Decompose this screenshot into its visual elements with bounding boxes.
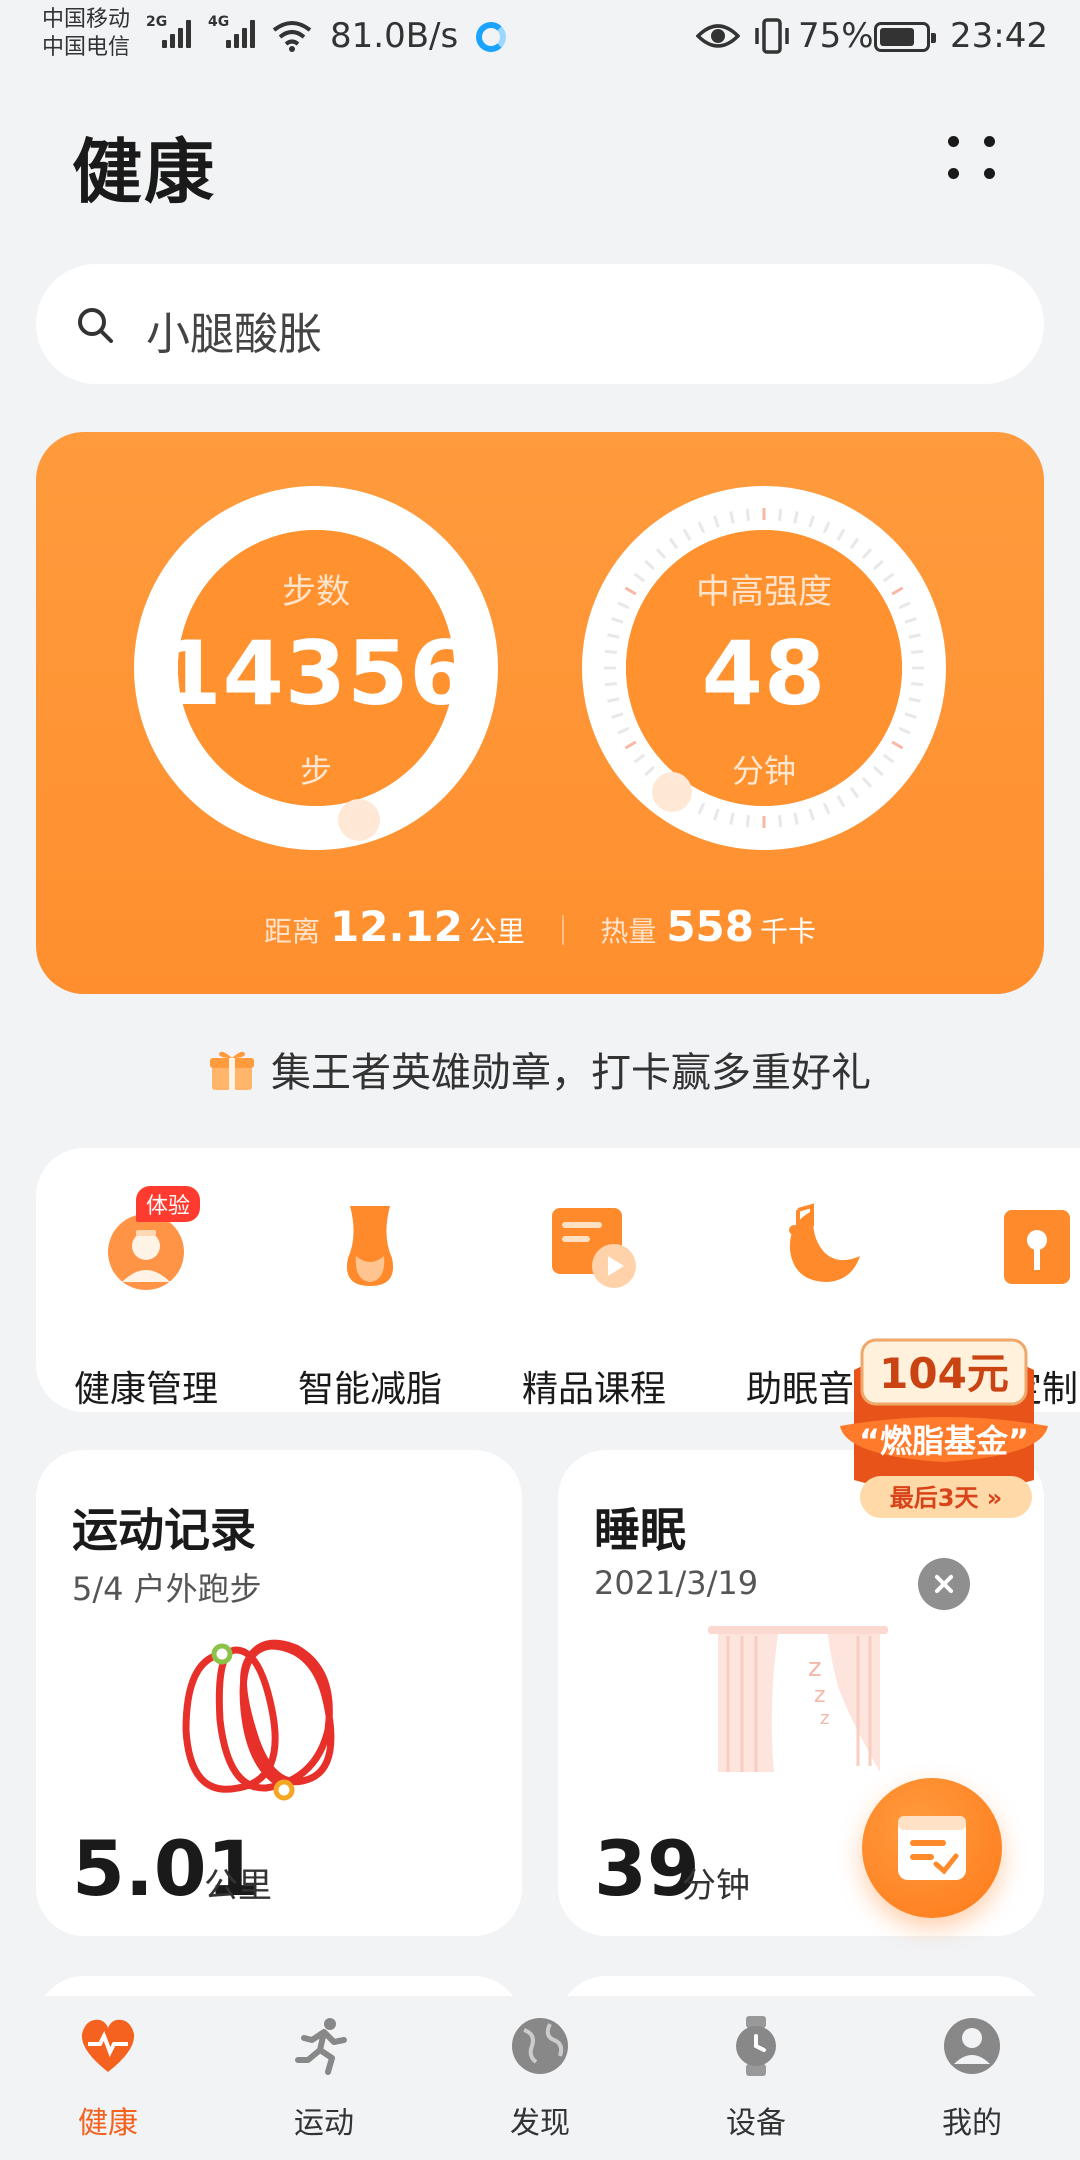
health-record-fab[interactable]	[862, 1778, 1002, 1918]
nav-tab-discover[interactable]: 发现	[470, 2016, 610, 2146]
nav-tab-exercise[interactable]: 运动	[254, 2016, 394, 2146]
globe-icon	[512, 2018, 568, 2074]
svg-text:z: z	[808, 1653, 822, 1683]
profile-icon	[944, 2018, 1000, 2074]
ring-tick	[745, 508, 751, 521]
promo-text: 集王者英雄勋章，打卡赢多重好礼	[271, 1050, 871, 1096]
svg-text:z: z	[814, 1683, 826, 1708]
checklist-icon	[898, 1816, 966, 1880]
search-bar[interactable]: 小腿酸胀	[36, 264, 1044, 384]
carrier-2: 中国电信	[42, 35, 131, 60]
custom-icon	[1004, 1210, 1070, 1284]
intensity-ring[interactable]: 中高强度 48 分钟	[580, 484, 948, 852]
ring-tick	[777, 815, 783, 828]
steps-unit: 步	[299, 752, 332, 790]
page-title: 健康	[72, 131, 216, 213]
exercise-distance-unit: 公里	[204, 1866, 272, 1906]
steps-label: 步数	[282, 572, 350, 612]
nav-label: 运动	[294, 2106, 354, 2141]
intensity-unit: 分钟	[731, 752, 796, 790]
runner-icon	[295, 2018, 347, 2075]
fund-badge-graphic: 104元 “燃脂基金” 最后3天 »	[840, 1338, 1048, 1518]
close-promo-button[interactable]	[918, 1558, 970, 1610]
nav-label: 发现	[510, 2106, 570, 2141]
clock: 23:42	[950, 16, 1048, 56]
steps-ring[interactable]: 步数 14356 步	[132, 484, 500, 852]
ring-tick	[777, 508, 783, 521]
distance-value: 12.12	[330, 902, 463, 951]
nav-label: 设备	[726, 2106, 786, 2141]
fat-burning-fund-promo[interactable]: 104元 “燃脂基金” 最后3天 »	[836, 1330, 1052, 1530]
carrier-1: 中国移动	[42, 7, 131, 32]
calories-unit: 千卡	[760, 915, 817, 948]
quick-item-smart-fat-loss[interactable]: 智能减脂	[260, 1196, 480, 1410]
calories-value: 558	[666, 902, 754, 951]
search-icon	[78, 308, 113, 343]
app-notification-icon	[476, 22, 506, 52]
fund-name: “燃脂基金”	[859, 1422, 1029, 1460]
signal-icon	[226, 14, 255, 48]
quick-item-label: 精品课程	[521, 1369, 666, 1410]
nav-label: 我的	[942, 2106, 1002, 2141]
trial-badge: 体验	[136, 1186, 201, 1222]
ring-tick	[745, 815, 751, 828]
curtain-illustration: z z z	[708, 1626, 888, 1772]
nav-tab-health[interactable]: 健康	[38, 2016, 178, 2146]
nav-label: 健康	[78, 2106, 138, 2141]
search-placeholder: 小腿酸胀	[146, 309, 322, 360]
quick-item-courses[interactable]: 精品课程	[484, 1196, 704, 1410]
activity-stats-row: 距离 12.12 公里 热量 558 千卡	[36, 902, 1044, 951]
steps-value: 14356	[160, 622, 472, 725]
bottom-navigation: 健康 运动 发现 设备 我的	[0, 1996, 1080, 2160]
network-speed: 81.0B/s	[330, 16, 459, 56]
moon-music-icon	[789, 1203, 860, 1282]
intensity-label: 中高强度	[696, 572, 832, 612]
battery-percent: 75%	[798, 16, 874, 56]
watch-icon	[736, 2016, 776, 2076]
gift-icon	[210, 1051, 254, 1090]
exercise-record-subtitle: 5/4 户外跑步	[72, 1570, 262, 1608]
status-bar: 中国移动 中国电信 2G 4G 81.0B/s 75% 23:42	[0, 0, 1080, 72]
fund-cta: 最后3天 »	[890, 1484, 1003, 1512]
distance-unit: 公里	[468, 915, 525, 948]
quick-item-label: 智能减脂	[297, 1369, 442, 1410]
sleep-date: 2021/3/19	[594, 1564, 759, 1602]
eye-comfort-icon	[696, 24, 740, 48]
distance-label: 距离	[263, 915, 320, 948]
stats-divider	[561, 915, 564, 945]
exercise-record-title: 运动记录	[72, 1503, 256, 1557]
quick-item-label: 健康管理	[73, 1369, 218, 1410]
fund-amount: 104元	[879, 1349, 1009, 1398]
activity-summary-card[interactable]: 步数 14356 步 中高强度 48 分钟 距离 12.12 公里 热量 558 千卡	[36, 432, 1044, 994]
intensity-value: 48	[701, 622, 827, 725]
exercise-record-card[interactable]: 运动记录 5/4 户外跑步 5.01 公里	[36, 1450, 522, 1936]
calories-label: 热量	[600, 915, 657, 948]
run-route-map	[182, 1639, 335, 1801]
signal-icon	[162, 14, 191, 48]
course-icon	[552, 1208, 636, 1288]
heart-pulse-icon	[81, 2019, 135, 2072]
nav-tab-devices[interactable]: 设备	[686, 2016, 826, 2146]
nav-tab-me[interactable]: 我的	[902, 2016, 1042, 2146]
waist-icon	[346, 1206, 394, 1286]
promo-banner[interactable]: 集王者英雄勋章，打卡赢多重好礼	[0, 1040, 1080, 1098]
quick-item-health-management[interactable]: 体验 健康管理	[36, 1186, 256, 1410]
battery-icon	[874, 22, 936, 52]
more-menu-button[interactable]	[934, 124, 1008, 188]
wifi-icon	[272, 21, 312, 52]
vibrate-icon	[755, 18, 789, 54]
sleep-unit: 分钟	[682, 1866, 750, 1906]
sleep-title: 睡眠	[594, 1503, 686, 1557]
svg-text:z: z	[820, 1708, 829, 1729]
carrier-names: 中国移动 中国电信	[42, 6, 130, 62]
